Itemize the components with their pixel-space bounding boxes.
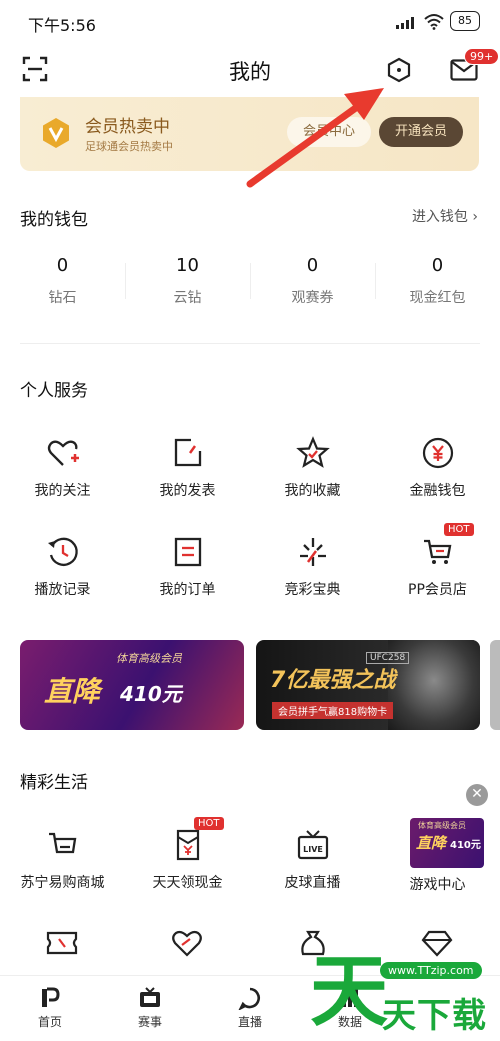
shopping-cart-icon (48, 832, 76, 854)
heart-diamond-icon[interactable] (170, 928, 204, 958)
watermark-text: 天下载 (382, 996, 487, 1036)
service-follow[interactable]: 我的关注 (0, 436, 125, 500)
service-label: PP会员店 (408, 582, 467, 598)
vip-v-icon (43, 118, 69, 148)
tab-live[interactable]: 直播 (200, 986, 300, 1030)
cash-envelope-icon (176, 829, 199, 861)
chevron-right-icon: › (472, 209, 478, 225)
life-title: 精彩生活 (20, 773, 88, 793)
mail-badge: 99+ (464, 48, 500, 65)
service-orders[interactable]: 我的订单 (125, 535, 250, 599)
promo-banner-ufc[interactable]: UFC258 7亿最强之战 会员拼手气赢818购物卡 (256, 640, 480, 730)
sparkle-icon (299, 538, 326, 566)
service-posts[interactable]: 我的发表 (125, 436, 250, 500)
watermark-url: www.TTzip.com (380, 962, 482, 979)
live-bubble-icon (238, 987, 260, 1010)
service-label: 我的关注 (34, 483, 91, 499)
service-label: 我的收藏 (284, 483, 341, 499)
vip-title: 会员热卖中 (85, 117, 170, 137)
star-icon (295, 436, 330, 468)
status-bar: 下午5:56 85 (0, 0, 500, 44)
service-label: 播放记录 (34, 582, 91, 598)
wallet-value: 10 (176, 255, 199, 276)
life-game-center[interactable]: 游戏中心 (375, 874, 500, 894)
wallet-label: 观赛券 (291, 290, 334, 306)
game-banner-top: 体育高级会员 (418, 821, 466, 830)
promo-banner-vip-discount[interactable]: 体育高级会员 直降 410元 (20, 640, 244, 730)
section-divider (20, 343, 480, 344)
service-wallet[interactable]: 金融钱包 (375, 436, 500, 500)
wallet-value: 0 (431, 255, 444, 276)
tab-home[interactable]: 首页 (0, 986, 100, 1030)
promo-top-text: 体育高级会员 (116, 652, 182, 665)
home-p-icon (42, 987, 60, 1007)
vip-subtitle: 足球通会员热卖中 (85, 140, 173, 153)
ticket-icon[interactable] (45, 928, 79, 958)
life-label: 皮球直播 (284, 875, 341, 891)
promo-main-text: 7亿最强之战 (270, 662, 395, 694)
wallet-label: 钻石 (48, 290, 77, 306)
wallet-label: 现金红包 (409, 290, 466, 306)
wallet-value: 0 (56, 255, 69, 276)
site-watermark: 天 www.TTzip.com 天下载 (300, 948, 500, 1041)
wallet-title: 我的钱包 (20, 210, 88, 230)
svg-text:LIVE: LIVE (303, 845, 323, 854)
life-label: 天天领现金 (152, 875, 223, 891)
wallet-item-diamond[interactable]: 0 钻石 (0, 255, 125, 307)
promo-sub-text: 会员拼手气赢818购物卡 (272, 702, 394, 719)
history-icon (47, 537, 78, 566)
service-label: 金融钱包 (409, 483, 466, 499)
battery-indicator: 85 (450, 11, 480, 31)
tab-label: 赛事 (137, 1015, 162, 1029)
enter-wallet-label: 进入钱包 (411, 209, 468, 225)
service-label: 竞彩宝典 (284, 582, 341, 598)
service-favorites[interactable]: 我的收藏 (250, 436, 375, 500)
edit-icon (174, 438, 201, 467)
status-time: 下午5:56 (28, 16, 96, 35)
game-center-banner[interactable]: 体育高级会员 直降 410元 (410, 818, 484, 868)
life-suning-mall[interactable]: 苏宁易购商城 (0, 828, 125, 892)
wallet-label: 云钻 (173, 290, 202, 306)
close-floating-ad-button[interactable]: ✕ (466, 784, 488, 806)
tv-icon (140, 987, 160, 1007)
services-title: 个人服务 (20, 381, 88, 401)
order-icon (174, 537, 201, 567)
service-pp-store[interactable]: PP会员店 (375, 535, 500, 599)
red-arrow-annotation (246, 88, 384, 188)
service-label: 我的订单 (159, 582, 216, 598)
heart-plus-icon (47, 440, 79, 466)
game-banner-main: 直降 (416, 834, 447, 852)
tab-label: 直播 (237, 1015, 262, 1029)
promo-prefix: 7 (270, 668, 286, 693)
enter-wallet-link[interactable]: 进入钱包 › (412, 206, 478, 226)
cart-icon (423, 539, 451, 564)
promo-main-text: 直降 (44, 675, 101, 708)
promo-amount: 410元 (120, 682, 182, 706)
tab-label: 首页 (37, 1015, 62, 1029)
wallet-value: 0 (306, 255, 319, 276)
life-label: 游戏中心 (409, 877, 466, 893)
promo-title: 亿最强之战 (285, 668, 396, 693)
wallet-item-redpacket[interactable]: 0 现金红包 (375, 255, 500, 307)
service-lottery-guide[interactable]: 竞彩宝典 (250, 535, 375, 599)
signal-icon (396, 17, 414, 29)
service-history[interactable]: 播放记录 (0, 535, 125, 599)
tab-matches[interactable]: 赛事 (100, 986, 200, 1030)
wallet-stats: 0 钻石 10 云钻 0 观赛券 0 现金红包 (0, 255, 500, 315)
profile-page: 下午5:56 85 我的 99+ 会员热卖中 足球通会员热卖中 会员中心 开通会… (0, 0, 500, 1041)
yen-coin-icon (422, 437, 453, 469)
game-banner-amount: 410元 (450, 840, 481, 851)
hot-badge: HOT (194, 817, 224, 830)
hot-badge: HOT (444, 523, 474, 536)
live-tv-icon: LIVE (297, 830, 328, 860)
wallet-item-yunzuan[interactable]: 10 云钻 (125, 255, 250, 307)
life-live[interactable]: LIVE 皮球直播 (250, 828, 375, 892)
wallet-item-ticket[interactable]: 0 观赛券 (250, 255, 375, 307)
life-label: 苏宁易购商城 (20, 875, 105, 891)
promo-banner-next-peek[interactable] (490, 640, 500, 730)
life-daily-cash[interactable]: 天天领现金 (125, 828, 250, 892)
watermark-big-char: 天 (310, 947, 389, 1037)
wifi-icon (424, 14, 444, 30)
service-label: 我的发表 (159, 483, 216, 499)
